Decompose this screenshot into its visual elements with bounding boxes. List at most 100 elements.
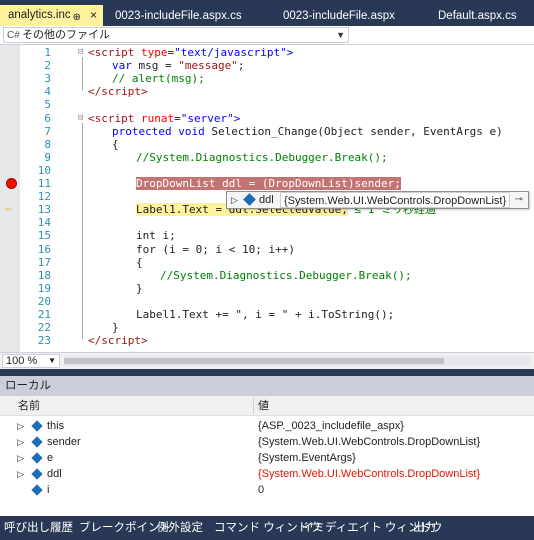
line-number: 22 [37,321,51,335]
current-statement-arrow-icon[interactable]: ⇨ [5,203,17,215]
code-line[interactable]: 15 int i; [0,229,534,242]
code-text: protected void Selection_Change(Object s… [112,125,503,138]
line-number: 23 [37,334,51,348]
pin-icon[interactable]: ⊕ [73,8,81,28]
code-line[interactable]: 18 //System.Diagnostics.Debugger.Break(); [0,269,534,282]
code-token: <script [88,111,141,125]
variable-name: this [47,420,65,432]
code-token: script [101,85,141,99]
locals-header: 名前 値 [0,396,534,416]
expand-icon[interactable]: ▷ [17,434,24,450]
code-token: //System.Diagnostics.Debugger.Break(); [160,268,412,282]
expand-icon[interactable]: ▷ [17,466,24,482]
variable-value[interactable]: {System.Web.UI.WebControls.DropDownList} [258,466,480,482]
locals-title[interactable]: ローカル [0,376,534,396]
code-text: //System.Diagnostics.Debugger.Break(); [136,151,388,164]
code-line[interactable]: 21 Label1.Text += ", i = " + i.ToString()… [0,308,534,321]
code-line[interactable]: 2 var msg = "message"; [0,59,534,72]
tab-analytics-inc[interactable]: analytics.inc ⊕ × [0,5,103,26]
code-token: </ [88,334,102,348]
locals-row[interactable]: ▷ sender {System.Web.UI.WebControls.DropDo… [0,434,534,450]
expand-icon[interactable]: ▷ [17,418,24,434]
code-line[interactable]: 11 DropDownList ddl = (DropDownList)sende… [0,177,534,190]
tab-label: 0023-includeFile.aspx [283,10,395,22]
datatip-name: ddl [259,194,274,206]
scope-dropdown[interactable]: C# その他のファイル ▼ [3,27,349,43]
locals-window: ローカル 名前 値 ▷ this {ASP._0023_includefile_as… [0,376,534,516]
tab-output[interactable]: 出力 [413,520,436,536]
locals-row[interactable]: ▷ ddl {System.Web.UI.WebControls.DropDownL… [0,466,534,482]
locals-row[interactable]: i0 [0,482,534,498]
line-number: 10 [37,163,51,177]
variable-value[interactable]: {System.EventArgs} [258,450,356,466]
line-number: 15 [37,229,51,243]
outline-guide [82,57,83,91]
line-number: 12 [37,190,51,204]
column-name-header[interactable]: 名前 [18,396,40,416]
code-token: int i; [136,229,176,243]
code-line[interactable]: 8{ [0,138,534,151]
code-line[interactable]: 16 for (i = 0; i < 10; i++) [0,243,534,256]
locals-row[interactable]: ▷ this {ASP._0023_includefile_aspx} [0,418,534,434]
line-number: 8 [44,137,51,151]
line-number: 11 [37,177,51,190]
code-text: } [136,282,143,295]
code-token: text/javascript [180,46,281,59]
tab-call-stack[interactable]: 呼び出し履歴 [4,520,73,536]
tab-0023-includefile-aspx-cs[interactable]: 0023-includeFile.aspx.cs [107,6,267,26]
tab-default-aspx-cs[interactable]: Default.aspx.cs [430,6,534,26]
variable-icon [31,420,43,432]
code-token: =" [167,46,181,59]
code-editor[interactable]: 1 <script type="text/javascript"> ⊟ 2 var ms… [0,45,534,352]
breakpoint-icon[interactable] [6,178,17,189]
code-line[interactable]: 10 [0,164,534,177]
expand-icon[interactable]: ▷ [17,450,24,466]
code-token: for (i = 0; i < 10; i++) [136,242,295,256]
code-token: DropDownList ddl = (DropDownList)sender; [136,177,401,190]
column-value-header[interactable]: 値 [258,396,269,416]
panel-splitter[interactable] [0,369,534,376]
close-icon[interactable]: × [90,5,97,25]
expand-icon[interactable]: ▷ [231,192,238,208]
variable-name: sender [47,436,81,448]
code-line[interactable]: 4 </script> [0,85,534,98]
column-divider[interactable] [253,398,254,414]
line-number: 17 [37,255,51,269]
data-tip[interactable]: ▷ ddl {System.Web.UI.WebControls.DropDow… [226,191,529,209]
code-line[interactable]: 19} [0,282,534,295]
variable-name: i [47,484,50,496]
zoom-dropdown[interactable]: 100 % ▼ [2,354,60,368]
variable-value[interactable]: 0 [258,482,264,498]
horizontal-scrollbar[interactable] [64,356,530,366]
code-token: protected [112,124,179,138]
code-token: ; [237,59,245,73]
code-token: = [158,59,179,73]
code-line[interactable]: 14 [0,216,534,229]
code-token: } [112,321,119,335]
variable-value[interactable]: {ASP._0023_includefile_aspx} [258,418,404,434]
code-line[interactable]: 22} [0,321,534,334]
code-line[interactable]: 3 // alert(msg); [0,72,534,85]
variable-value[interactable]: {System.Web.UI.WebControls.DropDownList} [258,434,480,450]
code-token: "message" [178,59,238,73]
locals-row[interactable]: ▷ e {System.EventArgs} [0,450,534,466]
code-line[interactable]: 7 protected void Selection_Change(Object … [0,125,534,138]
datatip-value[interactable]: {System.Web.UI.WebControls.DropDownList} [280,192,511,208]
code-line[interactable]: 9 //System.Diagnostics.Debugger.Break(); [0,151,534,164]
tab-exception-settings[interactable]: 例外設定 [157,520,203,536]
code-line[interactable]: 1 <script type="text/javascript"> ⊟ [0,46,534,59]
zoom-bar: 100 % ▼ [0,352,534,369]
line-number: 14 [37,216,51,230]
scrollbar-thumb[interactable] [64,358,444,364]
code-line[interactable]: 5 [0,98,534,111]
code-line[interactable]: 20 [0,295,534,308]
pin-icon[interactable]: ⊸ [515,192,523,208]
code-line[interactable]: 23 </script> [0,334,534,347]
code-text: for (i = 0; i < 10; i++) [136,243,295,256]
code-text: <script type="text/javascript"> [88,46,293,59]
code-line[interactable]: 6 <script runat="server"> ⊟ [0,112,534,125]
tab-label: Default.aspx.cs [438,10,517,22]
code-line[interactable]: 17 { [0,256,534,269]
tab-0023-includefile-aspx[interactable]: 0023-includeFile.aspx [275,6,425,26]
code-token: var [112,59,139,73]
